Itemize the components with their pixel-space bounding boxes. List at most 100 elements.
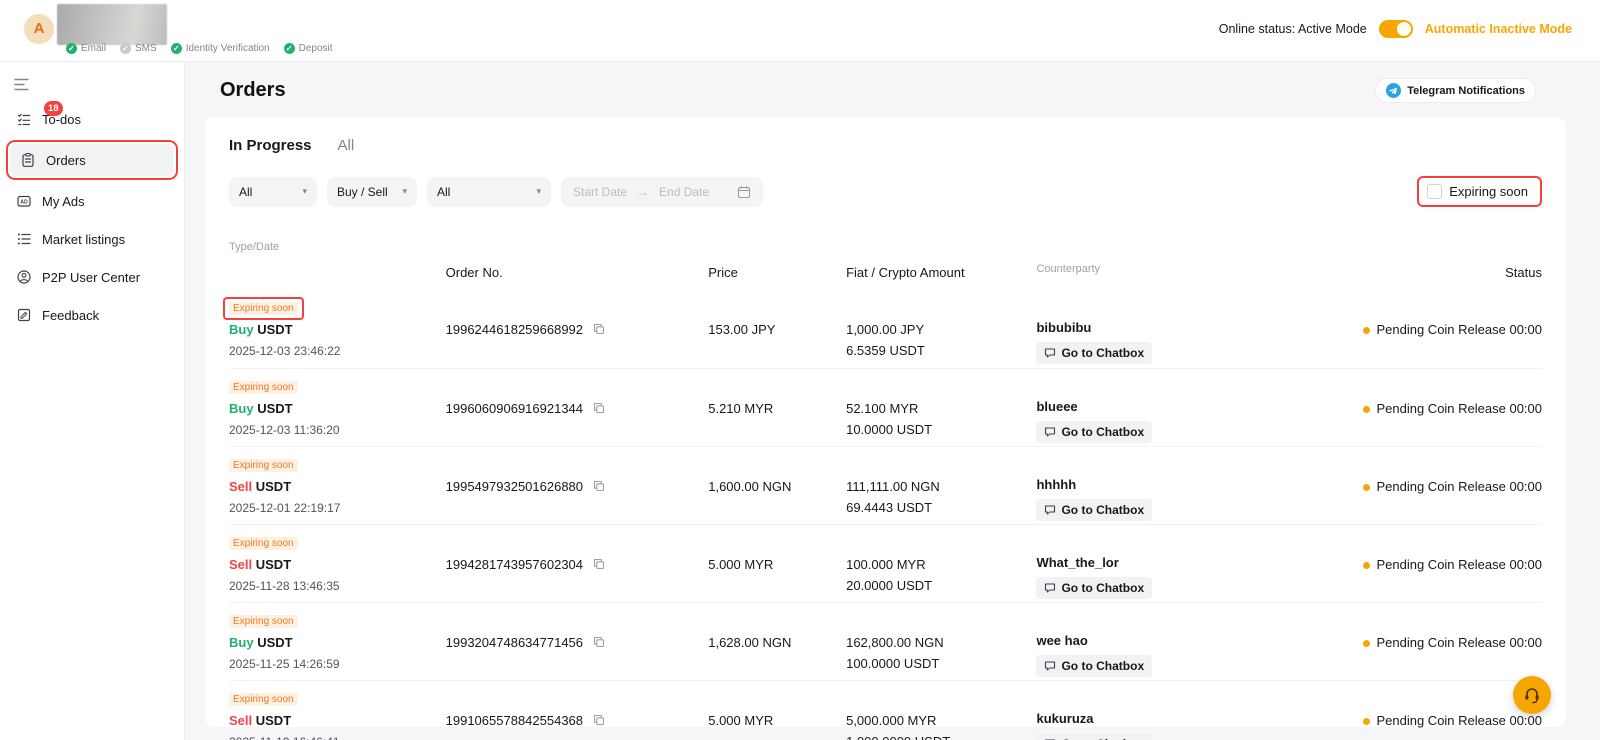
order-asset: USDT [257,401,292,416]
counterparty-name[interactable]: hhhhh [1036,477,1259,492]
order-number: 1991065578842554368 [446,713,583,728]
toggle-knob [1397,22,1411,36]
order-side: Buy [229,635,254,650]
go-to-chatbox-button[interactable]: Go to Chatbox [1036,577,1152,599]
counterparty-cell: kukuruza Go to Chatbox [1036,689,1259,740]
order-datetime: 2025-11-25 14:26:59 [229,657,446,671]
start-date-placeholder: Start Date [573,185,627,199]
counterparty-name[interactable]: kukuruza [1036,711,1259,726]
order-number: 1995497932501626880 [446,479,583,494]
sidebar-item-p2p-user-center[interactable]: P2P User Center [0,258,184,296]
telegram-notifications-button[interactable]: Telegram Notifications [1375,78,1536,103]
counterparty-name[interactable]: bibubibu [1036,320,1259,335]
copy-icon[interactable] [593,558,605,570]
order-number-cell: 1994281743957602304 [446,533,709,602]
sidebar-item-label: Orders [46,153,86,168]
checkbox-icon[interactable] [1427,184,1442,199]
col-header-type-date: Type/Date [229,241,446,280]
fiat-amount: 100.000 MYR [846,557,1036,572]
side-filter-dropdown[interactable]: Buy / Sell ▾ [327,177,417,207]
sidebar-item-my-ads[interactable]: AD My Ads [0,182,184,220]
order-datetime: 2025-12-01 22:19:17 [229,501,446,515]
expiring-soon-tag: Expiring soon [229,459,298,472]
badge-sms-label: SMS [135,43,157,54]
date-range-picker[interactable]: Start Date → End Date [561,177,763,207]
order-price-cell: 153.00 JPY [708,298,846,368]
order-row[interactable]: Expiring soon Sell USDT 2025-12-01 22:19… [229,446,1542,524]
copy-icon[interactable] [593,323,605,335]
crypto-amount: 20.0000 USDT [846,578,1036,593]
sidebar-item-todos[interactable]: To-dos 18 [0,100,184,138]
annotation-box-expiring-soon: Expiring soon [1417,176,1542,207]
headset-icon [1522,685,1542,705]
calendar-icon [737,185,751,199]
copy-icon[interactable] [593,480,605,492]
tab-in-progress[interactable]: In Progress [229,137,312,154]
copy-icon[interactable] [593,636,605,648]
orders-icon [20,152,36,168]
order-row[interactable]: Expiring soon Sell USDT 2025-11-28 13:46… [229,524,1542,602]
copy-icon[interactable] [593,714,605,726]
check-circle-gray-icon: ✓ [120,43,131,54]
order-status: Pending Coin Release 00:00 [1376,713,1542,728]
support-chat-button[interactable] [1513,676,1551,714]
orders-panel: In Progress All All ▾ Buy / Sell ▾ All ▾… [205,117,1566,727]
order-number: 1994281743957602304 [446,557,583,572]
counterparty-name[interactable]: wee hao [1036,633,1259,648]
chat-icon [1044,504,1056,516]
annotation-box-orders: Orders [6,140,178,180]
auto-inactive-link[interactable]: Automatic Inactive Mode [1425,22,1572,36]
badge-email-label: Email [81,43,106,54]
range-arrow-icon: → [637,185,649,199]
asset-filter-dropdown[interactable]: All ▾ [427,177,551,207]
order-row[interactable]: Expiring soon Buy USDT 2025-12-03 23:46:… [229,290,1542,368]
col-header-order-no: Order No. [446,241,709,280]
blurred-username [57,4,167,45]
pending-dot-icon [1363,406,1370,413]
go-to-chatbox-button[interactable]: Go to Chatbox [1036,421,1152,443]
sidebar-item-orders[interactable]: Orders [10,144,174,176]
order-number: 1996060906916921344 [446,401,583,416]
go-to-chatbox-button[interactable]: Go to Chatbox [1036,342,1152,364]
counterparty-name[interactable]: What_the_lor [1036,555,1259,570]
avatar[interactable]: A [24,14,54,44]
fiat-amount: 162,800.00 NGN [846,635,1036,650]
order-amount-cell: 1,000.00 JPY 6.5359 USDT [846,298,1036,368]
order-number-cell: 1991065578842554368 [446,689,709,740]
chat-button-label: Go to Chatbox [1061,581,1144,595]
badge-identity-label: Identity Verification [186,43,270,54]
sidebar-item-label: Feedback [42,308,99,323]
tab-all[interactable]: All [338,137,355,154]
col-header-fiat-crypto: Fiat / Crypto Amount [846,241,1036,280]
chevron-down-icon: ▾ [536,186,541,197]
order-asset: USDT [256,713,291,728]
order-row[interactable]: Expiring soon Buy USDT 2025-12-03 11:36:… [229,368,1542,446]
expiring-soon-checkbox[interactable]: Expiring soon [1427,184,1528,199]
sidebar-item-label: My Ads [42,194,85,209]
order-number-cell: 1995497932501626880 [446,455,709,524]
order-row[interactable]: Expiring soon Sell USDT 2025-11-19 16:46… [229,680,1542,740]
go-to-chatbox-button[interactable]: Go to Chatbox [1036,733,1152,740]
order-price-cell: 1,600.00 NGN [708,455,846,524]
collapse-sidebar-icon[interactable] [0,62,184,100]
check-circle-icon: ✓ [66,43,77,54]
table-header-row: Type/Date Order No. Price Fiat / Crypto … [229,241,1542,290]
sidebar-item-market-listings[interactable]: Market listings [0,220,184,258]
order-type-date-cell: Expiring soon Sell USDT 2025-11-28 13:46… [229,533,446,602]
sidebar-item-feedback[interactable]: Feedback [0,296,184,334]
go-to-chatbox-button[interactable]: Go to Chatbox [1036,655,1152,677]
order-price-cell: 5.210 MYR [708,377,846,446]
badge-email: ✓ Email [66,43,106,54]
crypto-amount: 6.5359 USDT [846,343,1036,358]
order-status: Pending Coin Release 00:00 [1376,557,1542,572]
copy-icon[interactable] [593,402,605,414]
online-status-toggle[interactable] [1379,20,1413,38]
status-filter-value: All [239,185,252,199]
p2p-user-center-icon [16,269,32,285]
order-row[interactable]: Expiring soon Buy USDT 2025-11-25 14:26:… [229,602,1542,680]
fiat-amount: 52.100 MYR [846,401,1036,416]
status-filter-dropdown[interactable]: All ▾ [229,177,317,207]
counterparty-name[interactable]: blueee [1036,399,1259,414]
go-to-chatbox-button[interactable]: Go to Chatbox [1036,499,1152,521]
badge-deposit: ✓ Deposit [284,43,333,54]
